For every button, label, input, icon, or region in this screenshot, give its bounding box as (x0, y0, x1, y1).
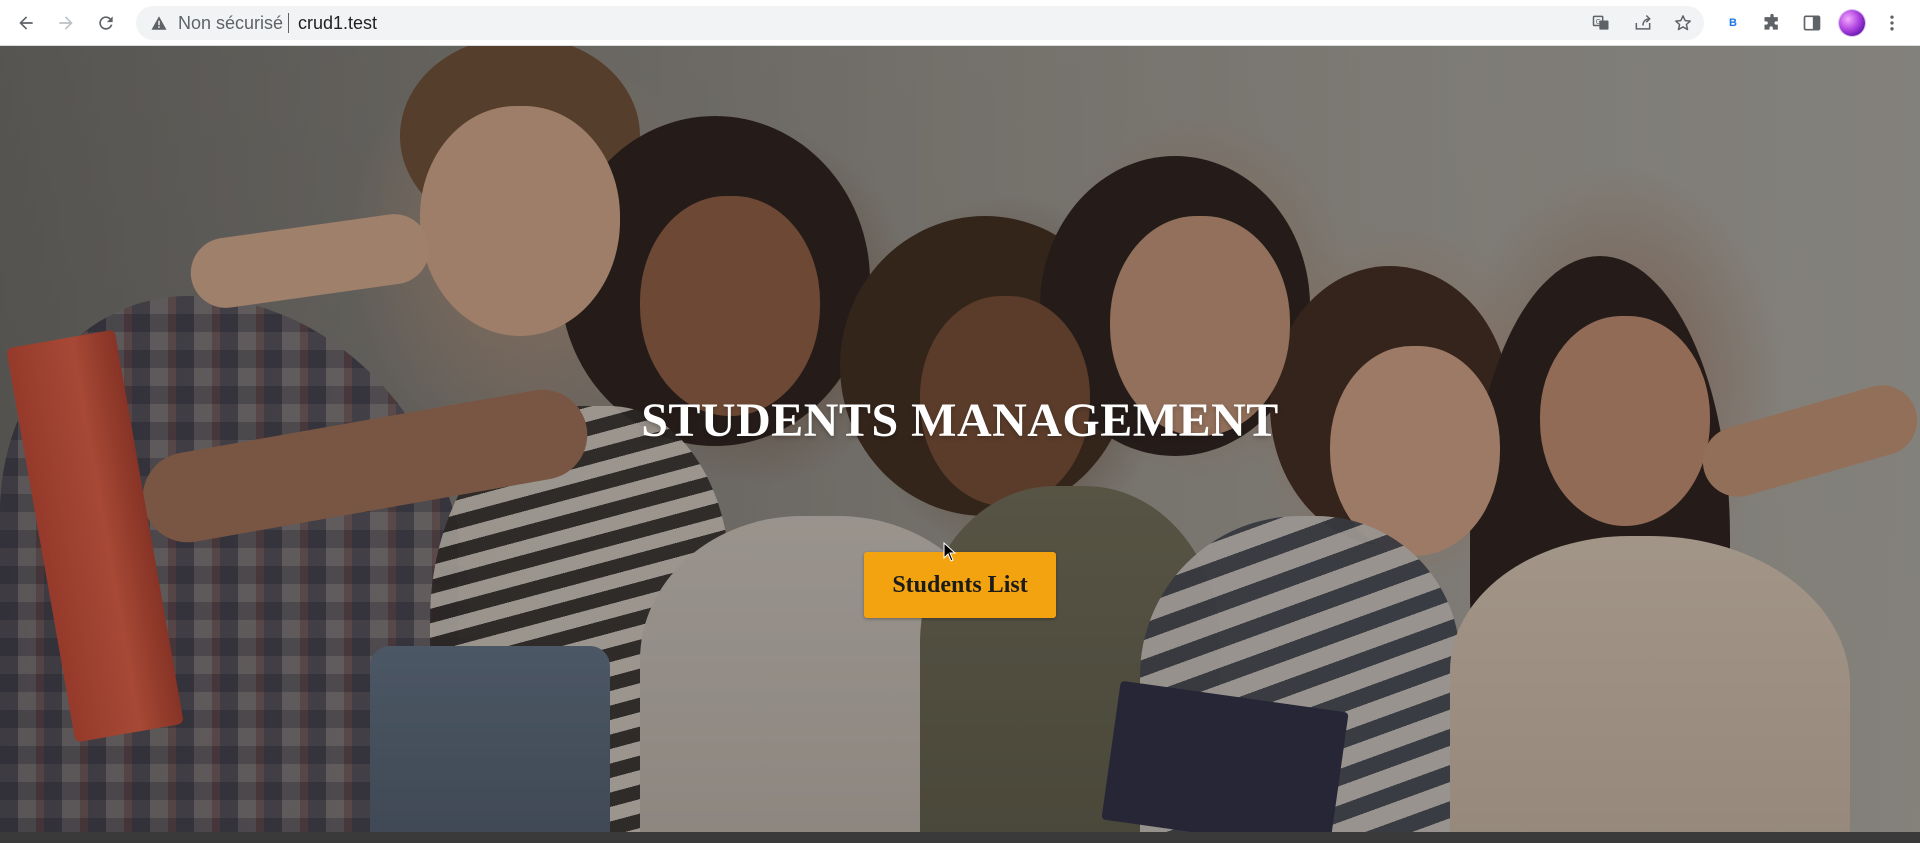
students-list-button[interactable]: Students List (864, 552, 1056, 618)
back-arrow-icon[interactable] (12, 9, 40, 37)
puzzle-icon[interactable] (1759, 10, 1785, 36)
address-bar[interactable]: Non sécurisé crud1.test G (136, 6, 1704, 40)
profile-avatar[interactable] (1839, 10, 1865, 36)
browser-toolbar: Non sécurisé crud1.test G B (0, 0, 1920, 46)
extension-b-label: B (1729, 17, 1737, 29)
url-text[interactable]: crud1.test (298, 14, 377, 32)
security-label[interactable]: Non sécurisé (178, 14, 283, 32)
mouse-cursor-icon (943, 542, 957, 562)
profile-image (1839, 10, 1865, 36)
star-icon[interactable] (1672, 12, 1694, 34)
reload-icon[interactable] (92, 9, 120, 37)
share-icon[interactable] (1632, 12, 1654, 34)
extension-b-icon[interactable]: B (1720, 10, 1746, 36)
forward-arrow-icon[interactable] (52, 9, 80, 37)
translate-icon[interactable]: G (1590, 12, 1612, 34)
bottom-edge-bar (0, 832, 1920, 843)
kebab-menu-icon[interactable] (1879, 10, 1905, 36)
svg-text:G: G (1596, 18, 1601, 26)
side-panel-icon[interactable] (1799, 10, 1825, 36)
warning-icon[interactable] (150, 14, 168, 32)
omnibox-divider (288, 13, 289, 33)
page-title: STUDENTS MANAGEMENT (641, 394, 1279, 447)
